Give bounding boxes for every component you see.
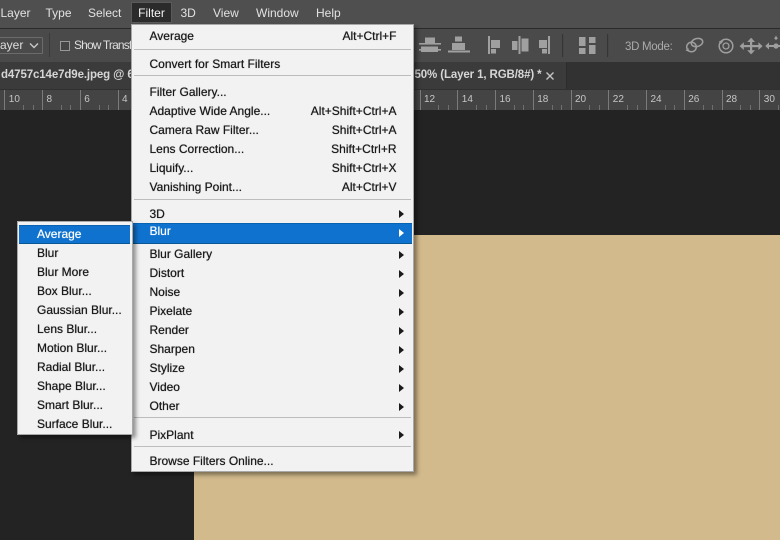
svg-text:3D Mode:: 3D Mode: — [625, 41, 673, 53]
